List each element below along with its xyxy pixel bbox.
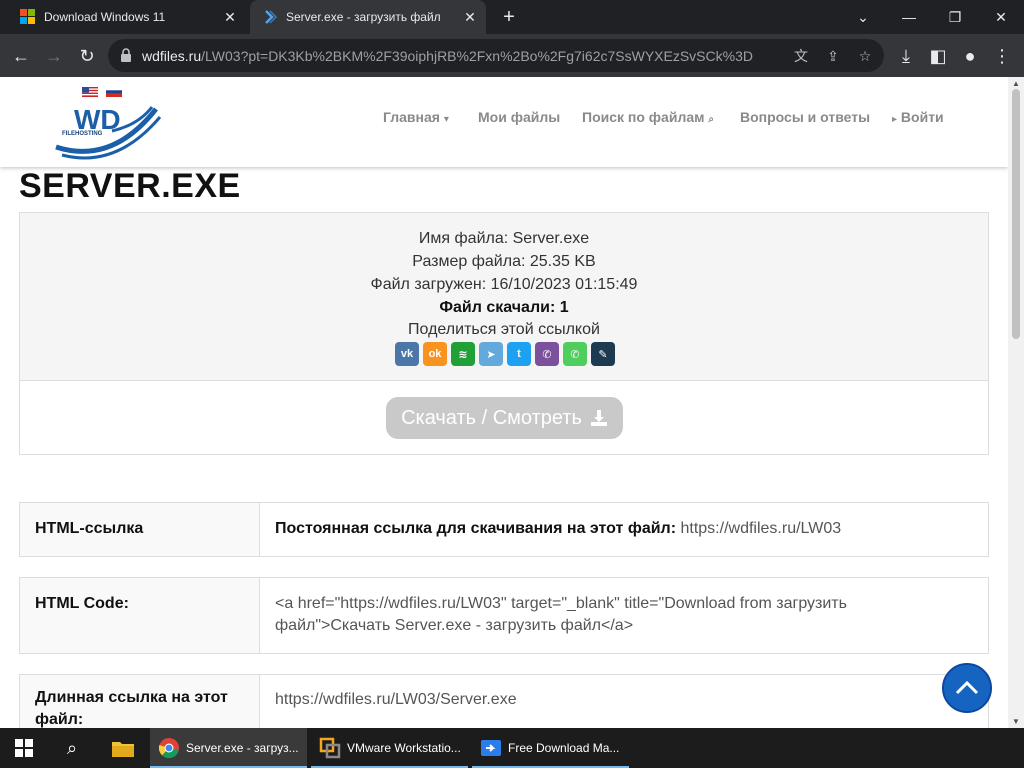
address-bar[interactable]: wdfiles.ru/LW03?pt=DK3Kb%2BKM%2F39oiphjR…: [108, 39, 884, 72]
side-panel-icon[interactable]: ◧: [925, 43, 951, 69]
share-label: Поделиться этой ссылкой: [408, 321, 600, 338]
row-label: HTML-ссылка: [35, 520, 144, 537]
translate-icon[interactable]: 文: [790, 45, 812, 67]
twitter-icon[interactable]: t: [507, 342, 531, 366]
reload-icon[interactable]: ↻: [74, 43, 100, 69]
file-name: Имя файла: Server.exe: [418, 230, 590, 247]
site-logo[interactable]: WD FILEHOSTING: [52, 85, 162, 165]
start-button[interactable]: [0, 728, 48, 768]
telegram-icon[interactable]: ➤: [479, 342, 503, 366]
tab-title: Server.exe - загрузить файл: [286, 10, 441, 24]
vk-icon[interactable]: vk: [395, 342, 419, 366]
row-label: HTML Code:: [35, 595, 129, 612]
row-value[interactable]: <a href="https://wdfiles.ru/LW03" target…: [275, 593, 965, 637]
row-label-cell: [20, 578, 260, 653]
nav-home[interactable]: Главная ▾: [383, 109, 449, 125]
close-tab-icon[interactable]: ✕: [460, 7, 480, 27]
file-uploaded: Файл загружен: 16/10/2023 01:15:49: [370, 276, 638, 293]
profile-avatar-icon[interactable]: ●: [957, 43, 983, 69]
bookmark-star-icon[interactable]: ☆: [854, 45, 876, 67]
new-tab-button[interactable]: +: [498, 6, 520, 28]
vmware-icon: [319, 737, 341, 759]
file-download-count: Файл скачали: 1: [439, 299, 569, 316]
browser-toolbar: ← → ↻ wdfiles.ru/LW03?pt=DK3Kb%2BKM%2F39…: [0, 34, 1024, 77]
scroll-down-arrow-icon[interactable]: ▼: [1011, 717, 1021, 726]
scroll-to-top-button[interactable]: [942, 663, 992, 713]
file-size: Размер файла: 25.35 KB: [412, 253, 596, 270]
row-label: Длинная ссылка на этот файл:: [35, 689, 228, 728]
scroll-up-arrow-icon[interactable]: ▲: [1011, 79, 1021, 88]
file-info-box: Имя файла: Server.exe Размер файла: 25.3…: [19, 212, 989, 455]
html-link-row: HTML-ссылка Постоянная ссылка для скачив…: [19, 502, 989, 557]
taskbar-vmware[interactable]: VMware Workstatio...: [311, 728, 468, 768]
back-icon[interactable]: ←: [8, 43, 34, 69]
tab-title: Download Windows 11: [44, 10, 166, 24]
fdm-icon: [480, 737, 502, 759]
minimize-icon[interactable]: —: [886, 0, 932, 34]
nav-login[interactable]: ▸ Войти: [892, 109, 944, 125]
page-scrollbar[interactable]: ▲ ▼: [1008, 77, 1024, 728]
download-icon: [590, 410, 607, 426]
windows-taskbar: ⌕ Server.exe - загруз... VMware Workstat…: [0, 728, 1024, 768]
windows-logo-icon: [20, 9, 36, 25]
nav-faq[interactable]: Вопросы и ответы: [740, 109, 870, 125]
taskbar-label: VMware Workstatio...: [347, 741, 461, 755]
html-code-row: HTML Code: <a href="https://wdfiles.ru/L…: [19, 577, 989, 654]
taskbar-chrome[interactable]: Server.exe - загруз...: [150, 728, 307, 768]
file-explorer-icon[interactable]: [100, 728, 146, 768]
close-tab-icon[interactable]: ✕: [220, 7, 240, 27]
row-value[interactable]: https://wdfiles.ru/LW03/Server.exe: [275, 689, 965, 711]
whatsapp-icon[interactable]: ✆: [563, 342, 587, 366]
ok-icon[interactable]: ok: [423, 342, 447, 366]
page-title: SERVER.EXE: [19, 167, 241, 205]
page-viewport: WD FILEHOSTING Главная ▾ Мои файлы Поиск…: [0, 77, 1008, 728]
chrome-icon: [158, 737, 180, 759]
row-value[interactable]: Постоянная ссылка для скачивания на этот…: [275, 518, 965, 540]
taskbar-search-icon[interactable]: ⌕: [50, 728, 94, 768]
chevron-up-icon: [955, 680, 979, 695]
search-icon: ⌕: [708, 114, 714, 125]
livejournal-icon[interactable]: ✎: [591, 342, 615, 366]
browser-tab-strip: Download Windows 11 ✕ Server.exe - загру…: [0, 0, 1024, 34]
windows-start-icon: [15, 739, 33, 757]
viber-icon[interactable]: ✆: [535, 342, 559, 366]
restore-icon[interactable]: ❐: [932, 0, 978, 34]
logo-subtext: FILEHOSTING: [62, 131, 103, 137]
site-header: WD FILEHOSTING Главная ▾ Мои файлы Поиск…: [0, 77, 1008, 167]
forward-icon[interactable]: →: [41, 43, 67, 69]
share-buttons: vk ok ≋ ➤ t ✆ ✆ ✎: [395, 342, 615, 366]
nav-my-files[interactable]: Мои файлы: [478, 109, 560, 125]
tab-server-exe[interactable]: Server.exe - загрузить файл ✕: [250, 0, 486, 34]
taskbar-label: Server.exe - загруз...: [186, 741, 299, 755]
share-icon[interactable]: ⇪: [822, 45, 844, 67]
tab-download-windows[interactable]: Download Windows 11 ✕: [8, 0, 246, 34]
taskbar-label: Free Download Ma...: [508, 741, 620, 755]
file-info-panel: Имя файла: Server.exe Размер файла: 25.3…: [20, 213, 988, 381]
lock-icon[interactable]: [120, 48, 132, 62]
long-link-row: Длинная ссылка на этот файл: https://wdf…: [19, 674, 989, 728]
taskbar-free-download-manager[interactable]: Free Download Ma...: [472, 728, 629, 768]
nav-file-search[interactable]: Поиск по файлам ⌕: [582, 109, 714, 125]
sber-icon[interactable]: ≋: [451, 342, 475, 366]
close-window-icon[interactable]: ✕: [978, 0, 1024, 34]
download-button[interactable]: Скачать / Смотреть: [386, 397, 623, 439]
scrollbar-thumb[interactable]: [1012, 89, 1020, 339]
url-text[interactable]: wdfiles.ru/LW03?pt=DK3Kb%2BKM%2F39oiphjR…: [142, 48, 753, 64]
chevron-right-favicon-icon: [262, 9, 278, 25]
menu-kebab-icon[interactable]: ⋮: [989, 43, 1015, 69]
downloads-icon[interactable]: ⤓: [893, 43, 919, 69]
tab-search-icon[interactable]: ⌄: [840, 0, 886, 34]
